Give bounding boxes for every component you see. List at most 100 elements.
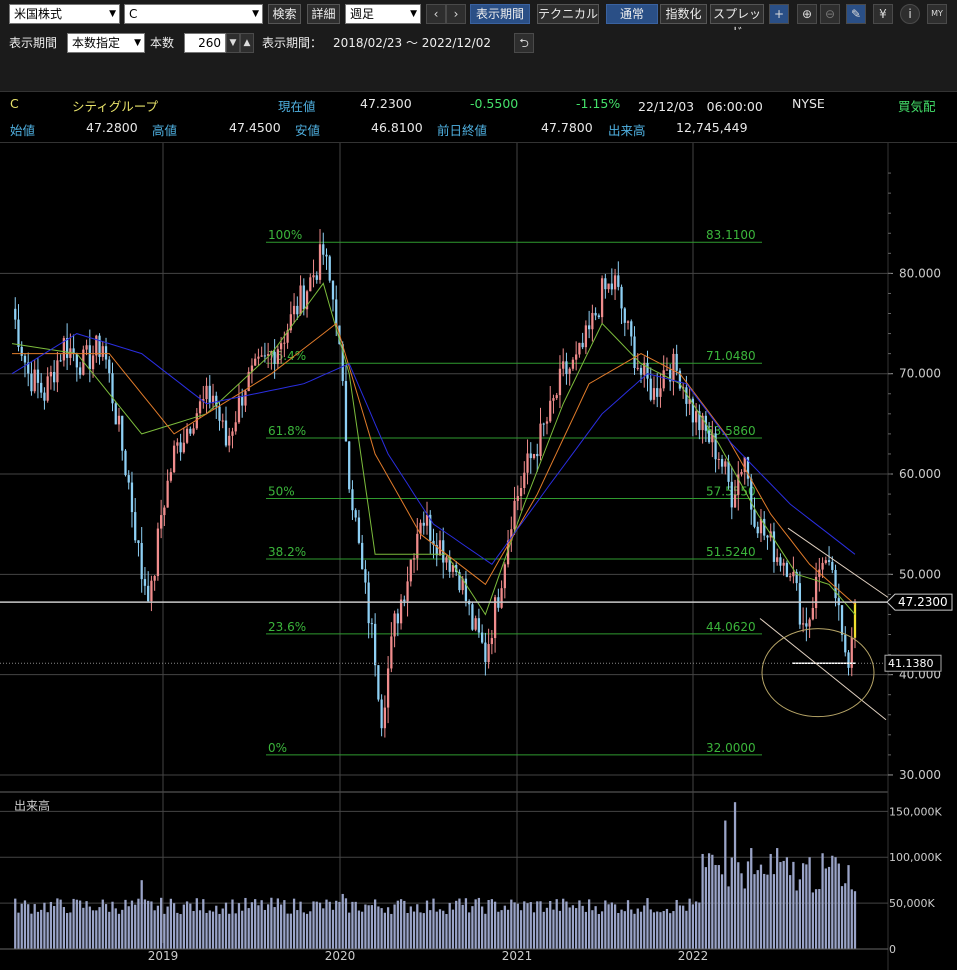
volume-bar — [179, 914, 182, 949]
price-tick-label: 60.000 — [899, 467, 941, 481]
candle-body — [254, 358, 257, 366]
volume-bar — [837, 863, 840, 949]
volume-bar — [72, 898, 75, 949]
candle-body — [354, 510, 357, 518]
candle-body — [396, 613, 399, 624]
channel-upper-line — [787, 527, 889, 598]
volume-bar — [331, 909, 335, 949]
volume-bar — [325, 899, 328, 949]
yen-icon[interactable]: ¥ — [873, 4, 893, 24]
candle-body — [348, 441, 351, 490]
fibonacci-pct-label: 38.2% — [268, 545, 306, 559]
candle-body — [471, 604, 474, 630]
candle-body — [335, 299, 338, 326]
volume-tick-label: 0 — [889, 943, 896, 956]
volume-bar — [814, 889, 818, 949]
open-label: 始値 — [10, 123, 36, 138]
pencil-icon[interactable]: ✎ — [846, 4, 866, 24]
stock-chart[interactable]: 80.00070.00060.00050.00040.00030.0002019… — [0, 143, 957, 970]
my-chart-icon[interactable]: MY — [927, 4, 947, 24]
prev-button[interactable]: ‹ — [426, 4, 446, 24]
candle-body — [782, 562, 785, 566]
candle-body — [185, 428, 189, 443]
volume-bar — [594, 906, 597, 949]
candle-body — [36, 369, 40, 383]
candle-body — [43, 392, 46, 401]
crosshair-icon[interactable]: + — [769, 4, 789, 24]
volume-bar — [396, 900, 399, 949]
candle-body — [318, 244, 322, 280]
volume-bar — [808, 857, 811, 949]
technical-button[interactable]: テクニカル — [537, 4, 599, 24]
volume-bar — [776, 848, 779, 949]
candle-body — [662, 370, 665, 389]
candle-body — [578, 342, 581, 355]
candle-body — [656, 388, 659, 397]
volume-bar — [818, 889, 821, 949]
zoom-out-icon[interactable]: ⊖ — [820, 4, 840, 24]
candle-body — [383, 707, 387, 729]
volume-bar — [617, 913, 620, 949]
search-button[interactable]: 検索 — [268, 4, 301, 24]
volume-bar — [688, 898, 691, 949]
detail-button[interactable]: 詳細 — [307, 4, 340, 24]
candle-body — [403, 599, 406, 602]
reset-icon[interactable]: ⮌ — [514, 33, 534, 53]
count-input[interactable]: 260 — [184, 33, 226, 53]
volume-bar — [526, 903, 529, 949]
candle-body — [163, 507, 166, 516]
next-button[interactable]: › — [446, 4, 466, 24]
volume-bar — [309, 911, 312, 949]
volume-bar — [286, 913, 289, 949]
price-tick-label: 30.000 — [899, 768, 941, 782]
volume-bar — [630, 909, 633, 949]
board-label[interactable]: 買気配 — [898, 96, 936, 115]
candle-body — [325, 254, 328, 257]
volume-bar — [555, 899, 558, 949]
candle-body — [386, 668, 390, 708]
volume-bar — [23, 900, 27, 949]
volume-bar — [322, 908, 325, 949]
count-up-icon[interactable]: ▲ — [240, 33, 254, 53]
volume-bar — [649, 909, 652, 949]
volume-bar — [302, 912, 305, 949]
zoom-in-icon[interactable]: ⊕ — [797, 4, 817, 24]
volume-bar — [536, 901, 539, 949]
volume-bar — [789, 875, 792, 949]
volume-bar — [393, 904, 396, 949]
volume-bar — [591, 910, 594, 949]
display-period-button[interactable]: 表示期間 — [470, 4, 530, 24]
candle-body — [244, 391, 247, 406]
volume-bar — [383, 912, 387, 949]
candle-body — [474, 618, 477, 630]
candle-body — [231, 431, 234, 436]
mode-spread-button[interactable]: スプレッド — [710, 4, 764, 39]
count-down-icon[interactable]: ▼ — [226, 33, 240, 53]
period-mode-select[interactable]: 本数指定 — [67, 33, 145, 53]
candle-body — [552, 398, 555, 401]
volume-tick-label: 100,000K — [889, 851, 942, 864]
candle-body — [237, 395, 241, 423]
volume-bar — [357, 910, 361, 949]
symbol-input[interactable]: C — [124, 4, 263, 24]
volume-bar — [646, 898, 649, 949]
candle-body — [724, 461, 727, 467]
volume-bar — [510, 899, 513, 949]
mode-normal-button[interactable]: 通常 — [606, 4, 658, 24]
volume-bar — [328, 901, 331, 949]
volume-bar — [409, 906, 412, 949]
interval-select[interactable]: 週足 — [345, 4, 421, 24]
volume-bar — [101, 899, 104, 949]
candle-body — [331, 280, 335, 300]
mode-index-button[interactable]: 指数化 — [660, 4, 707, 24]
price-value: 47.2300 — [360, 96, 412, 111]
market-select[interactable]: 米国株式 — [9, 4, 120, 24]
candle-body — [49, 371, 53, 377]
candle-body — [17, 319, 20, 347]
volume-bar — [750, 848, 753, 949]
volume-bar — [568, 907, 571, 949]
volume-bar — [231, 899, 234, 949]
candle-body — [581, 342, 584, 348]
info-icon[interactable]: i — [900, 4, 920, 24]
year-tick-label: 2021 — [502, 949, 533, 963]
